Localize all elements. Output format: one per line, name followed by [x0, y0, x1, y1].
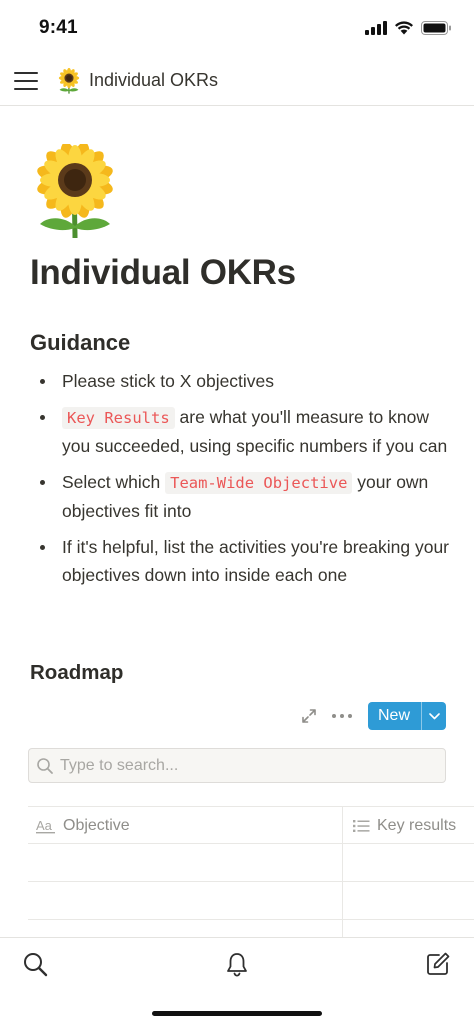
- search-box[interactable]: [28, 748, 446, 783]
- table-header: Aa Objective Key results: [28, 806, 474, 844]
- roadmap-table: Aa Objective Key results: [28, 806, 474, 958]
- chevron-down-icon[interactable]: [421, 702, 446, 730]
- list-item[interactable]: Select which Team-Wide Objective your ow…: [30, 468, 450, 525]
- new-button-label[interactable]: New: [368, 702, 421, 730]
- column-header-key-results[interactable]: Key results: [353, 807, 456, 845]
- inline-code-key-results: Key Results: [62, 407, 175, 429]
- battery-icon: [421, 20, 451, 35]
- more-icon[interactable]: [331, 707, 352, 725]
- text-property-icon: Aa: [36, 818, 55, 834]
- bell-icon[interactable]: [224, 951, 250, 977]
- search-icon: [37, 758, 53, 774]
- compose-icon[interactable]: [425, 951, 451, 977]
- svg-text:Aa: Aa: [36, 818, 53, 833]
- nav-page-title[interactable]: Individual OKRs: [89, 70, 218, 91]
- list-item[interactable]: Key Results are what you'll measure to k…: [30, 403, 450, 460]
- status-bar: 9:41: [0, 0, 474, 58]
- page-title[interactable]: Individual OKRs: [30, 253, 296, 293]
- search-icon[interactable]: [22, 951, 48, 977]
- signal-icon: [365, 20, 387, 35]
- list-item[interactable]: Please stick to X objectives: [30, 367, 450, 395]
- table-row[interactable]: [28, 882, 474, 920]
- search-input[interactable]: [60, 749, 440, 782]
- inline-code-team-wide-objective: Team-Wide Objective: [165, 472, 353, 494]
- expand-icon[interactable]: [300, 707, 318, 725]
- guidance-list: Please stick to X objectives Key Results…: [30, 367, 450, 597]
- nav-bar: Individual OKRs: [0, 58, 474, 106]
- sunflower-icon: [58, 68, 80, 94]
- column-header-objective[interactable]: Aa Objective: [36, 807, 130, 845]
- home-indicator: [152, 1011, 322, 1016]
- guidance-heading[interactable]: Guidance: [30, 330, 130, 356]
- database-toolbar: New: [300, 702, 446, 730]
- wifi-icon: [395, 21, 413, 35]
- sunflower-icon[interactable]: [34, 144, 116, 238]
- list-item[interactable]: If it's helpful, list the activities you…: [30, 533, 450, 589]
- roadmap-heading[interactable]: Roadmap: [30, 661, 123, 685]
- status-time: 9:41: [39, 17, 78, 38]
- status-icons: [365, 20, 452, 35]
- list-property-icon: [353, 820, 370, 832]
- new-button[interactable]: New: [367, 702, 446, 730]
- table-row[interactable]: [28, 844, 474, 882]
- hamburger-menu-icon[interactable]: [14, 70, 38, 92]
- bottom-tab-bar: [0, 937, 474, 1026]
